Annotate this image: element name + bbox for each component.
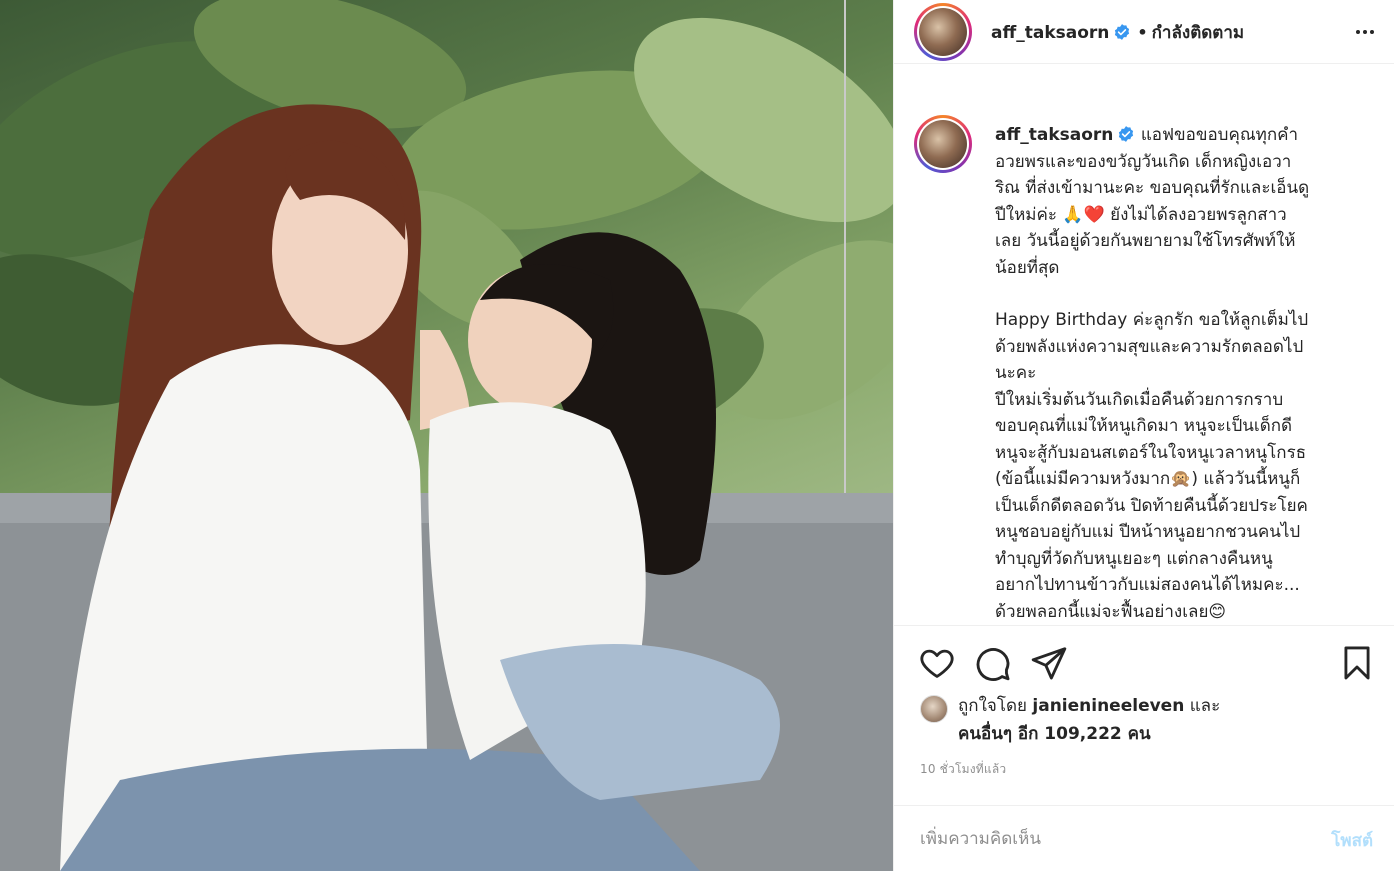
caption-line: หนูจะสู้กับมอนสเตอร์ในใจหนูเวลาหนูโกรธ [995, 442, 1307, 463]
caption-line: ด้วยพลังแห่งความสุขและความรักตลอดไป [995, 336, 1304, 357]
liker-avatar[interactable] [920, 695, 948, 723]
share-icon[interactable] [1030, 644, 1068, 682]
caption-line: ขอบคุณที่แม่ให้หนูเกิดมา หนูจะเป็นเด็กดี [995, 416, 1293, 436]
verified-icon [1115, 24, 1130, 40]
post-photo-illustration [0, 0, 893, 871]
caption-line: ปีใหม่เริ่มต้นวันเกิดเมื่อคืนด้วยการกราบ [995, 389, 1284, 410]
caption-line: Happy Birthday ค่ะลูกรัก ขอให้ลูกเต็มไป [995, 310, 1309, 330]
caption-author-avatar[interactable] [914, 115, 972, 173]
caption-line: เป็นเด็กดีตลอดวัน ปิดท้ายคืนนี้ด้วยประโย… [995, 495, 1308, 516]
likes-prefix: ถูกใจโดย [958, 696, 1027, 716]
verified-icon [1119, 126, 1134, 142]
post-header: aff_taksaorn • กำลังติดตาม [894, 0, 1394, 64]
post-timestamp[interactable]: 10 ชั่วโมงที่แล้ว [920, 760, 1006, 779]
caption-line: (ข้อนี้แม่มีความหวังมาก🙊) แล้ววันนี้หนูก… [995, 469, 1301, 489]
caption-line: เลย วันนี้อยู่ด้วยกันพยายามใช้โทรศัพท์ให… [995, 231, 1296, 251]
separator-dot: • [1137, 23, 1148, 42]
instagram-post-view: aff_taksaorn • กำลังติดตาม aff_taksaorn แอ… [0, 0, 1394, 871]
post-photo[interactable] [0, 0, 893, 871]
header-user-line: aff_taksaorn • กำลังติดตาม [991, 19, 1244, 46]
action-bar [894, 625, 1394, 697]
caption-area: aff_taksaorn แอฟขอขอบคุณทุกคำ อวยพรและขอ… [894, 98, 1394, 625]
comment-icon[interactable] [974, 644, 1012, 682]
post-comment-button[interactable]: โพสต์ [1331, 827, 1373, 854]
caption-line: นะคะ [995, 363, 1037, 383]
likes-count[interactable]: คนอื่นๆ อีก 109,222 คน [958, 724, 1151, 744]
caption-line: ปีใหม่ค่ะ 🙏❤️ ยังไม่ได้ลงอวยพรลูกสาว [995, 204, 1287, 225]
caption-line: ริณ ที่ส่งเข้ามานะคะ ขอบคุณที่รักและเอ็น… [995, 178, 1310, 198]
caption-line: แอฟขอขอบคุณทุกคำ [1140, 125, 1299, 145]
author-username[interactable]: aff_taksaorn [991, 23, 1109, 43]
caption-username[interactable]: aff_taksaorn [995, 125, 1113, 145]
bookmark-icon[interactable] [1338, 644, 1376, 682]
post-side-panel: aff_taksaorn • กำลังติดตาม aff_taksaorn แอ… [893, 0, 1394, 871]
liker-username[interactable]: janienineeleven [1032, 696, 1184, 716]
caption-line: หนูชอบอยู่กับแม่ ปีหน้าหนูอยากชวนคนไป [995, 522, 1301, 542]
more-icon[interactable] [1353, 20, 1377, 44]
comment-input[interactable] [920, 824, 1300, 854]
comment-bar: โพสต์ [894, 805, 1394, 871]
likes-and: และ [1189, 696, 1221, 716]
caption-line: ทำบุญที่วัดกับหนูเยอะๆ แต่กลางคืนหนู [995, 548, 1273, 569]
caption-line: อยากไปทานข้าวกับแม่สองคนได้ไหมคะ... [995, 575, 1300, 595]
heart-icon[interactable] [918, 644, 956, 682]
caption-text: aff_taksaorn แอฟขอขอบคุณทุกคำ อวยพรและขอ… [995, 122, 1370, 625]
caption-line: อวยพรและของขวัญวันเกิด เด็กหญิงเอวา [995, 151, 1292, 172]
likes-text: ถูกใจโดย janienineeleven และ คนอื่นๆ อีก… [958, 692, 1378, 748]
caption-line: ด้วยพลอกนี้แม่จะฟื้นอย่างเลย😊 [995, 601, 1227, 622]
follow-status[interactable]: กำลังติดตาม [1152, 23, 1244, 43]
author-avatar[interactable] [914, 3, 972, 61]
caption-line: น้อยที่สุด [995, 257, 1060, 278]
